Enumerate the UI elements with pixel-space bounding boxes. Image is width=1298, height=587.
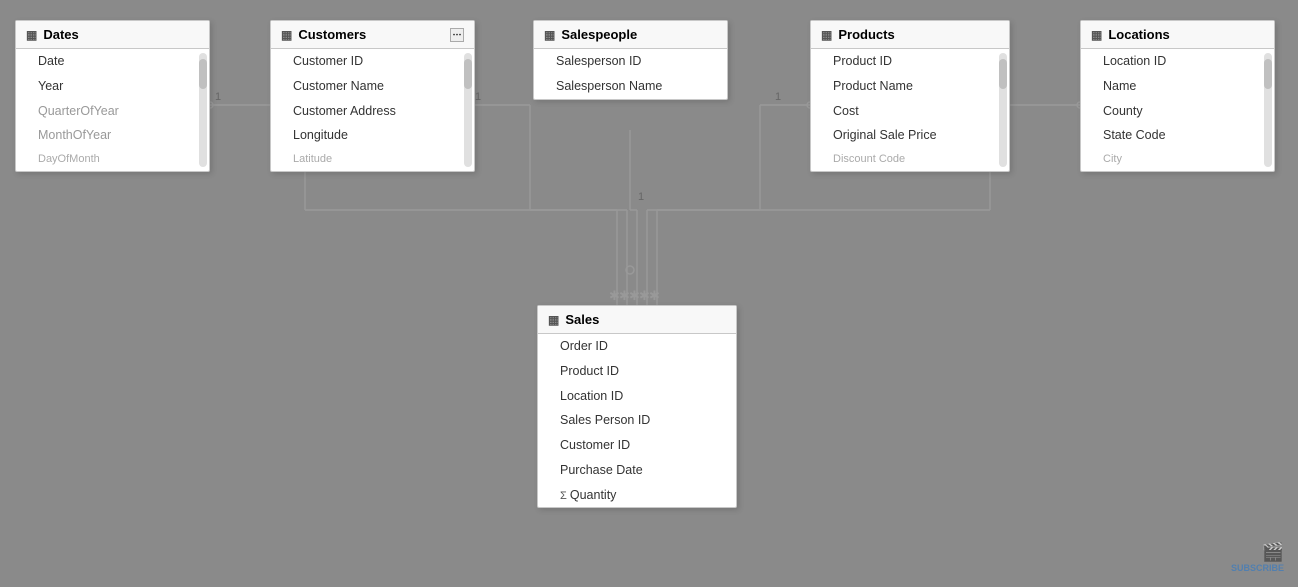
svg-text:✱: ✱ (609, 288, 620, 303)
dates-table-body: Date Year QuarterOfYear MonthOfYear DayO… (16, 49, 209, 171)
svg-text:✱: ✱ (629, 288, 640, 303)
customers-field-latitude: Latitude (271, 148, 474, 171)
dates-table: ▦ Dates Date Year QuarterOfYear MonthOfY… (15, 20, 210, 172)
svg-text:1: 1 (638, 191, 644, 203)
locations-table-body: Location ID Name County State Code City (1081, 49, 1274, 171)
watermark-icon: 🎬 (1231, 542, 1284, 563)
dates-table-icon: ▦ (26, 28, 37, 42)
sales-field-product-id: Product ID (538, 359, 736, 384)
customers-table: ▦ Customers ⋯ Customer ID Customer Name … (270, 20, 475, 172)
salespeople-table-title: Salespeople (561, 27, 717, 42)
locations-table-title: Locations (1108, 27, 1264, 42)
products-table: ▦ Products Product ID Product Name Cost … (810, 20, 1010, 172)
sales-table-body: Order ID Product ID Location ID Sales Pe… (538, 334, 736, 507)
locations-scrollbar[interactable] (1264, 53, 1272, 167)
products-scrollbar[interactable] (999, 53, 1007, 167)
customers-field-id: Customer ID (271, 49, 474, 74)
svg-text:✱: ✱ (619, 288, 630, 303)
svg-text:1: 1 (775, 91, 781, 103)
svg-text:✱: ✱ (639, 288, 650, 303)
watermark-text: SUBSCRIBE (1231, 563, 1284, 573)
sales-table-header: ▦ Sales (538, 306, 736, 334)
products-field-discount-code: Discount Code (811, 148, 1009, 171)
customers-scrollbar[interactable] (464, 53, 472, 167)
customers-table-icon: ▦ (281, 28, 292, 42)
svg-text:1: 1 (475, 91, 481, 103)
sales-field-location-id: Location ID (538, 384, 736, 409)
salespeople-table: ▦ Salespeople Salesperson ID Salesperson… (533, 20, 728, 100)
sales-table: ▦ Sales Order ID Product ID Location ID … (537, 305, 737, 508)
locations-table-icon: ▦ (1091, 28, 1102, 42)
customers-field-longitude: Longitude (271, 123, 474, 148)
products-table-icon: ▦ (821, 28, 832, 42)
salespeople-field-id: Salesperson ID (534, 49, 727, 74)
products-field-id: Product ID (811, 49, 1009, 74)
dates-field-quarterofyear: QuarterOfYear (16, 99, 209, 124)
dates-table-header: ▦ Dates (16, 21, 209, 49)
products-table-header: ▦ Products (811, 21, 1009, 49)
sales-field-quantity: Quantity (538, 483, 736, 508)
customers-header-actions: ⋯ (450, 28, 464, 42)
products-table-body: Product ID Product Name Cost Original Sa… (811, 49, 1009, 171)
customers-table-title: Customers (298, 27, 444, 42)
products-field-cost: Cost (811, 99, 1009, 124)
dates-scrollbar[interactable] (199, 53, 207, 167)
locations-field-county: County (1081, 99, 1274, 124)
products-table-title: Products (838, 27, 999, 42)
customers-table-body: Customer ID Customer Name Customer Addre… (271, 49, 474, 171)
salespeople-table-icon: ▦ (544, 28, 555, 42)
locations-field-state-code: State Code (1081, 123, 1274, 148)
sales-table-title: Sales (565, 312, 726, 327)
customers-action-btn[interactable]: ⋯ (450, 28, 464, 42)
locations-table-header: ▦ Locations (1081, 21, 1274, 49)
products-field-original-sale-price: Original Sale Price (811, 123, 1009, 148)
locations-field-city: City (1081, 148, 1274, 171)
sales-field-sales-person-id: Sales Person ID (538, 408, 736, 433)
sales-field-customer-id: Customer ID (538, 433, 736, 458)
salespeople-field-name: Salesperson Name (534, 74, 727, 99)
locations-field-id: Location ID (1081, 49, 1274, 74)
svg-text:✱: ✱ (649, 288, 660, 303)
salespeople-table-body: Salesperson ID Salesperson Name (534, 49, 727, 99)
watermark: 🎬 SUBSCRIBE (1231, 542, 1284, 573)
customers-table-header: ▦ Customers ⋯ (271, 21, 474, 49)
locations-table: ▦ Locations Location ID Name County Stat… (1080, 20, 1275, 172)
products-field-name: Product Name (811, 74, 1009, 99)
salespeople-table-header: ▦ Salespeople (534, 21, 727, 49)
customers-field-address: Customer Address (271, 99, 474, 124)
sales-field-purchase-date: Purchase Date (538, 458, 736, 483)
dates-field-date: Date (16, 49, 209, 74)
svg-text:1: 1 (215, 91, 221, 103)
dates-table-title: Dates (43, 27, 199, 42)
sales-table-icon: ▦ (548, 313, 559, 327)
sales-field-order-id: Order ID (538, 334, 736, 359)
dates-field-monthofyear: MonthOfYear (16, 123, 209, 148)
customers-field-name: Customer Name (271, 74, 474, 99)
dates-field-year: Year (16, 74, 209, 99)
locations-field-name: Name (1081, 74, 1274, 99)
dates-field-dayofmonth: DayOfMonth (16, 148, 209, 171)
